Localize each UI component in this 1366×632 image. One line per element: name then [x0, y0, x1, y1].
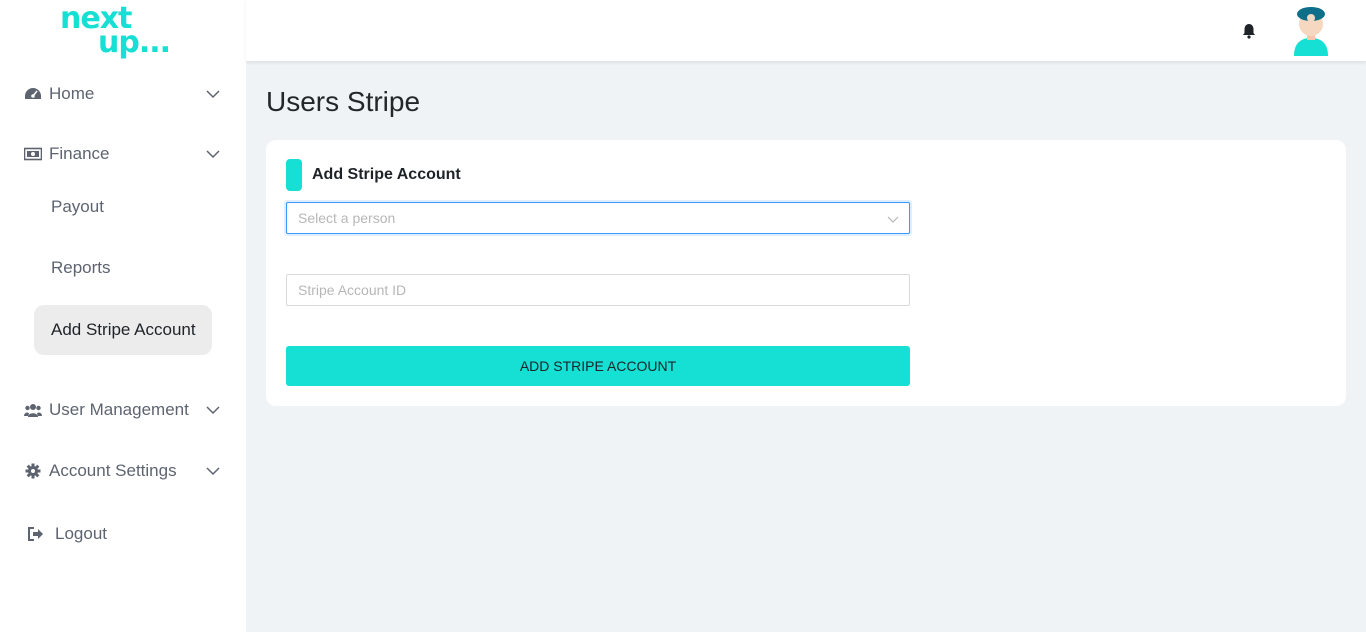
- top-bar: [246, 0, 1366, 62]
- sidebar-item-user-management-label: User Management: [49, 400, 189, 419]
- sidebar-subitem-add-stripe-account[interactable]: Add Stripe Account: [34, 305, 212, 355]
- main-content: Users Stripe Add Stripe Account Select a…: [246, 62, 1366, 632]
- chevron-down-icon: [206, 406, 220, 415]
- sidebar-item-logout[interactable]: Logout: [0, 514, 246, 554]
- sidebar-item-logout-label: Logout: [55, 524, 107, 543]
- person-select-placeholder: Select a person: [298, 210, 396, 226]
- sidebar-item-finance-label: Finance: [49, 144, 110, 163]
- logo-line-2: up...: [98, 25, 171, 60]
- sidebar-item-home-label: Home: [49, 84, 95, 103]
- card-title: Add Stripe Account: [312, 166, 461, 183]
- sidebar-item-finance[interactable]: Finance: [0, 134, 246, 174]
- sidebar: Home Finance Payout Reports Add Stripe A…: [0, 62, 246, 632]
- brand-logo[interactable]: next up...: [60, 4, 171, 64]
- chevron-down-icon: [206, 150, 220, 159]
- bell-icon[interactable]: [1240, 22, 1258, 40]
- gear-icon: [24, 462, 42, 480]
- sidebar-subitem-payout[interactable]: Payout: [34, 182, 212, 232]
- chevron-down-icon: [206, 90, 220, 99]
- sidebar-item-account-settings-label: Account Settings: [49, 461, 177, 480]
- users-icon: [24, 401, 42, 419]
- person-select[interactable]: Select a person: [286, 202, 910, 234]
- sidebar-subitem-reports[interactable]: Reports: [34, 243, 212, 293]
- card-accent-marker: [286, 159, 302, 191]
- dashboard-icon: [24, 85, 42, 103]
- page-title: Users Stripe: [266, 86, 421, 117]
- sidebar-item-account-settings[interactable]: Account Settings: [0, 451, 246, 491]
- add-stripe-account-card: Add Stripe Account Select a person ADD S…: [266, 140, 1346, 406]
- money-icon: [24, 145, 42, 163]
- chevron-down-icon: [887, 216, 899, 223]
- logout-icon: [27, 525, 45, 543]
- sidebar-item-home[interactable]: Home: [0, 74, 246, 114]
- chevron-down-icon: [206, 467, 220, 476]
- add-stripe-account-button[interactable]: ADD STRIPE ACCOUNT: [286, 346, 910, 386]
- stripe-account-id-input[interactable]: [286, 274, 910, 306]
- user-avatar-icon[interactable]: [1290, 4, 1332, 56]
- sidebar-item-user-management[interactable]: User Management: [0, 390, 246, 430]
